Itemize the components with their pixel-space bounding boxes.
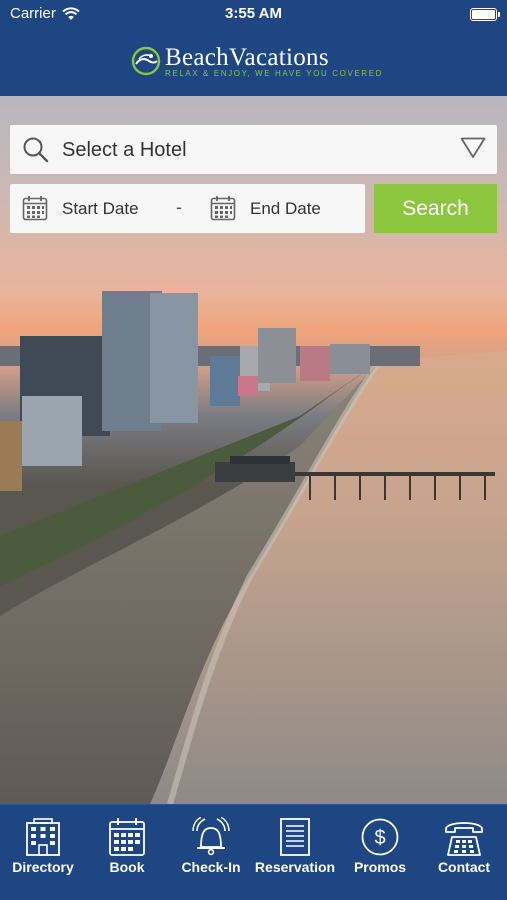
building-icon: [23, 817, 63, 857]
dollar-coin-icon: $: [360, 817, 400, 857]
tab-check-in-label: Check-In: [181, 859, 241, 875]
brand-logo: BeachVacations RELAX & ENJOY, WE HAVE YO…: [131, 44, 381, 80]
brand-tagline: RELAX & ENJOY, WE HAVE YOU COVERED: [165, 69, 384, 78]
start-calendar-icon[interactable]: [22, 195, 48, 226]
tab-promos[interactable]: $ Promos: [338, 805, 422, 900]
tab-directory[interactable]: Directory: [1, 805, 85, 900]
svg-text:$: $: [374, 827, 385, 849]
end-calendar-icon[interactable]: [210, 195, 236, 226]
calendar-icon: [107, 817, 147, 857]
tab-check-in[interactable]: Check-In: [169, 805, 253, 900]
hotel-select[interactable]: Select a Hotel: [10, 125, 497, 174]
search-icon: [22, 136, 50, 169]
tab-promos-label: Promos: [353, 859, 407, 875]
bell-icon: [191, 816, 231, 857]
date-separator: -: [176, 197, 182, 217]
header-bar: Carrier 3:55 AM BeachVacations RELAX & E…: [0, 0, 507, 96]
battery-icon: [470, 8, 500, 21]
end-date-input[interactable]: End Date: [250, 199, 321, 219]
tab-book[interactable]: Book: [85, 805, 169, 900]
search-button[interactable]: Search: [374, 184, 497, 233]
tab-book-label: Book: [109, 859, 145, 875]
tab-contact[interactable]: Contact: [422, 805, 506, 900]
status-bar: Carrier 3:55 AM: [0, 4, 507, 24]
tab-contact-label: Contact: [437, 859, 491, 875]
beach-logo-icon: [131, 46, 161, 81]
tab-reservation[interactable]: Reservation: [253, 805, 337, 900]
telephone-icon: [444, 817, 484, 857]
clock: 3:55 AM: [225, 5, 282, 22]
start-date-input[interactable]: Start Date: [62, 199, 139, 219]
document-icon: [275, 817, 315, 857]
dropdown-triangle-icon: [460, 137, 486, 164]
tab-reservation-label: Reservation: [254, 859, 336, 875]
tab-directory-label: Directory: [12, 859, 74, 875]
bottom-tab-bar: Directory Book Check-In Reservation $ Pr…: [0, 804, 507, 900]
date-range-field: Start Date - End Date: [10, 184, 365, 233]
hotel-select-label: Select a Hotel: [62, 139, 187, 161]
brand-name: BeachVacations: [165, 44, 329, 71]
